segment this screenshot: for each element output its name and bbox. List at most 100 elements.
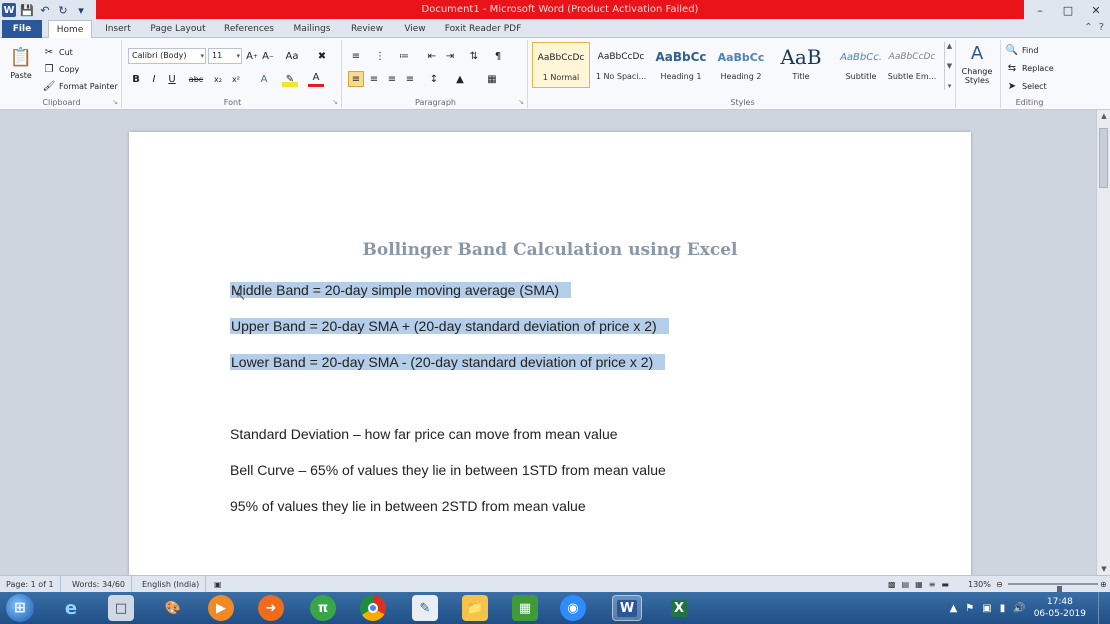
document-area[interactable]: Bollinger Band Calculation using Excel M… — [0, 110, 1096, 575]
clock[interactable]: 17:48 06-05-2019 — [1034, 596, 1086, 620]
show-hide-marks-icon[interactable]: ¶ — [490, 48, 506, 64]
style-no-spacing[interactable]: AaBbCcDc 1 No Spaci... — [592, 42, 650, 88]
justify-button[interactable]: ≡ — [402, 71, 418, 87]
align-left-button[interactable]: ≡ — [348, 71, 364, 87]
word-app-icon[interactable]: W — [2, 3, 16, 17]
highlight-color-icon[interactable]: ✎ — [282, 71, 298, 87]
editor-app-icon[interactable]: ✎ — [412, 595, 438, 621]
shrink-font-button[interactable]: A − — [260, 48, 276, 64]
paint-icon[interactable]: 🎨 — [160, 595, 186, 621]
select-button[interactable]: ➤ Select — [1005, 78, 1047, 94]
dialog-launcher-icon[interactable]: ↘ — [518, 98, 524, 106]
tab-mailings[interactable]: Mailings — [286, 20, 338, 38]
font-color-icon[interactable]: A — [308, 71, 324, 87]
tab-review[interactable]: Review — [344, 20, 390, 38]
status-words[interactable]: Words: 34/60 — [72, 576, 133, 593]
cut-button[interactable]: ✂ Cut — [42, 44, 73, 60]
numbering-icon[interactable]: ⋮ — [372, 48, 388, 64]
bullets-icon[interactable]: ≡ — [348, 48, 364, 64]
word-taskbar-icon[interactable]: W — [612, 595, 642, 621]
font-size-combo[interactable]: 11 ▾ — [208, 48, 242, 64]
start-button[interactable]: ⊞ — [6, 594, 34, 622]
underline-button[interactable]: U — [164, 71, 180, 87]
zoom-in-icon[interactable]: ⊕ — [1100, 576, 1107, 593]
minimize-ribbon-icon[interactable]: ⌃ — [1084, 22, 1092, 33]
minimize-button[interactable]: – — [1026, 0, 1054, 20]
scroll-thumb[interactable] — [1099, 128, 1108, 188]
line-spacing-icon[interactable]: ↕ — [426, 71, 442, 87]
subscript-button[interactable]: x₂ — [210, 71, 226, 87]
vertical-scrollbar[interactable]: ▲ ▼ — [1096, 110, 1110, 575]
align-center-button[interactable]: ≡ — [366, 71, 382, 87]
macro-recording-icon[interactable]: ▣ — [214, 576, 222, 593]
excel-taskbar-icon[interactable]: X — [664, 595, 694, 621]
arrow-app-icon[interactable]: ➜ — [258, 595, 284, 621]
align-right-button[interactable]: ≡ — [384, 71, 400, 87]
outline-icon[interactable]: ≡ — [929, 576, 936, 593]
style-heading-2[interactable]: AaBbCc Heading 2 — [712, 42, 770, 88]
styles-gallery-scroll[interactable]: ▲ ▼ ▾ — [944, 42, 954, 90]
doc-line-middle-band[interactable]: Middle Band = 20-day simple moving avera… — [230, 279, 571, 301]
undo-icon[interactable]: ↶ — [38, 3, 52, 17]
redo-icon[interactable]: ↻ — [56, 3, 70, 17]
zoom-level[interactable]: 130% — [968, 576, 991, 593]
dialog-launcher-icon[interactable]: ↘ — [112, 98, 118, 106]
document-page[interactable]: Bollinger Band Calculation using Excel M… — [129, 132, 971, 575]
shading-icon[interactable]: ▲ — [452, 71, 468, 87]
scroll-down-icon[interactable]: ▼ — [1097, 565, 1110, 573]
copy-button[interactable]: ❐ Copy — [42, 61, 80, 77]
zoom-app-icon[interactable]: ◉ — [560, 595, 586, 621]
tab-references[interactable]: References — [218, 20, 280, 38]
tray-expand-icon[interactable]: ▲ — [950, 603, 958, 614]
find-button[interactable]: 🔍 Find — [1005, 42, 1039, 58]
change-styles-button[interactable]: A Change Styles — [958, 42, 996, 98]
flag-icon[interactable]: ⚑ — [965, 603, 974, 614]
doc-line-upper-band[interactable]: Upper Band = 20-day SMA + (20-day standa… — [230, 315, 669, 337]
maximize-button[interactable]: □ — [1054, 0, 1082, 20]
zoom-out-icon[interactable]: ⊖ — [996, 576, 1003, 593]
bold-button[interactable]: B — [128, 71, 144, 87]
dialog-launcher-icon[interactable]: ↘ — [332, 98, 338, 106]
doc-line-bell-curve[interactable]: Bell Curve – 65% of values they lie in b… — [230, 459, 666, 481]
chevron-up-icon[interactable]: ▲ — [947, 42, 952, 50]
doc-line-standard-deviation[interactable]: Standard Deviation – how far price can m… — [230, 423, 618, 445]
more-icon[interactable]: ▾ — [948, 82, 952, 90]
style-normal[interactable]: AaBbCcDc 1 Normal — [532, 42, 590, 88]
tab-file[interactable]: File — [2, 20, 42, 38]
italic-button[interactable]: I — [146, 71, 162, 87]
grow-font-button[interactable]: A + — [244, 48, 260, 64]
superscript-button[interactable]: x² — [228, 71, 244, 87]
multilevel-list-icon[interactable]: ≔ — [396, 48, 412, 64]
sort-icon[interactable]: ⇅ — [466, 48, 482, 64]
zoom-slider[interactable] — [1008, 583, 1098, 596]
tab-home[interactable]: Home — [48, 20, 92, 39]
style-subtle-emphasis[interactable]: AaBbCcDc Subtle Em... — [884, 42, 940, 88]
customize-qat-icon[interactable]: ▾ — [74, 3, 88, 17]
increase-indent-icon[interactable]: ⇥ — [442, 48, 458, 64]
file-icon[interactable]: □ — [108, 595, 134, 621]
font-family-combo[interactable]: Calibri (Body) ▾ — [128, 48, 206, 64]
text-effects-icon[interactable]: A — [256, 71, 272, 87]
save-icon[interactable]: 💾 — [20, 3, 34, 17]
media-player-icon[interactable]: ▶ — [208, 595, 234, 621]
paste-button[interactable]: 📋 Paste — [6, 46, 36, 86]
tab-page-layout[interactable]: Page Layout — [146, 20, 210, 38]
decrease-indent-icon[interactable]: ⇤ — [424, 48, 440, 64]
display-icon[interactable]: ▣ — [982, 603, 991, 614]
chrome-icon[interactable] — [360, 595, 386, 621]
draft-icon[interactable]: ▬ — [941, 576, 949, 593]
borders-icon[interactable]: ▦ — [484, 71, 500, 87]
images-app-icon[interactable]: ▦ — [512, 595, 538, 621]
style-title[interactable]: AaB Title — [772, 42, 830, 88]
volume-icon[interactable]: 🔊 — [1013, 603, 1025, 614]
replace-button[interactable]: ⇆ Replace — [1005, 60, 1054, 76]
print-layout-icon[interactable]: ▩ — [888, 576, 896, 593]
change-case-button[interactable]: Aa — [284, 48, 300, 64]
show-desktop-button[interactable] — [1098, 592, 1110, 624]
web-layout-icon[interactable]: ▦ — [915, 576, 923, 593]
doc-line-lower-band[interactable]: Lower Band = 20-day SMA - (20-day standa… — [230, 351, 666, 373]
internet-explorer-icon[interactable]: e — [58, 595, 84, 621]
chevron-down-icon[interactable]: ▼ — [947, 62, 952, 70]
format-painter-button[interactable]: 🖌 Format Painter — [42, 78, 118, 94]
close-button[interactable]: ✕ — [1082, 0, 1110, 20]
